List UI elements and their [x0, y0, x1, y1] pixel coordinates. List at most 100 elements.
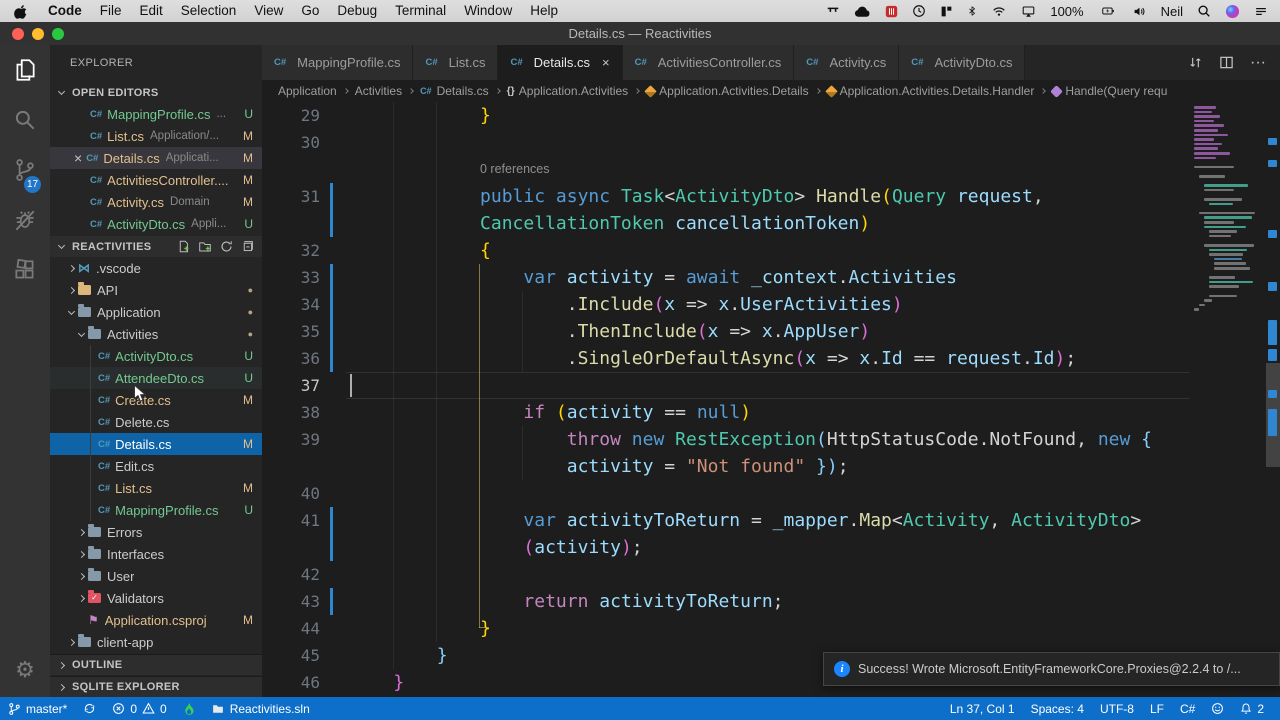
tree-item-mappingprofile-cs[interactable]: C# MappingProfile.cs U — [50, 499, 262, 521]
tree-item-create-cs[interactable]: C# Create.cs M — [50, 389, 262, 411]
settings-gear-icon[interactable]: ⚙ — [0, 645, 50, 695]
tree-item-api[interactable]: API ● — [50, 279, 262, 301]
line-number[interactable]: 34 — [262, 291, 320, 318]
line-number[interactable]: 43 — [262, 588, 320, 615]
line-number[interactable]: 45 — [262, 642, 320, 669]
code-line[interactable]: 38 if (activity == null) — [262, 399, 1280, 426]
code-line[interactable]: 30 — [262, 129, 1280, 156]
close-window-button[interactable] — [12, 28, 24, 40]
code-line[interactable]: 35 .ThenInclude(x => x.AppUser) — [262, 318, 1280, 345]
status-item-right-1[interactable]: Spaces: 4 — [1023, 697, 1092, 720]
menubar-text[interactable]: 100% — [1050, 4, 1083, 19]
code-line[interactable]: CancellationToken cancellationToken) — [262, 210, 1280, 237]
line-number[interactable]: 36 — [262, 345, 320, 372]
code-line[interactable]: (activity); — [262, 534, 1280, 561]
tree-item-interfaces[interactable]: Interfaces — [50, 543, 262, 565]
code-line[interactable]: 37 — [262, 372, 1280, 399]
new-file-icon[interactable] — [177, 240, 190, 253]
menubar-text[interactable]: Neil — [1161, 4, 1183, 19]
airplay-icon[interactable] — [1021, 5, 1036, 18]
menu-go[interactable]: Go — [292, 0, 328, 22]
code-line[interactable]: 0 references — [262, 156, 1280, 183]
line-number[interactable]: 41 — [262, 507, 320, 534]
refresh-icon[interactable] — [220, 240, 233, 253]
bluetooth-icon[interactable] — [967, 4, 977, 18]
apple-menu-icon[interactable] — [0, 4, 39, 19]
tree-item-edit-cs[interactable]: C# Edit.cs — [50, 455, 262, 477]
tree-item-user[interactable]: User — [50, 565, 262, 587]
spotlight-icon[interactable] — [1197, 4, 1211, 18]
line-number[interactable]: 33 — [262, 264, 320, 291]
tree-item-errors[interactable]: Errors — [50, 521, 262, 543]
code-line[interactable]: activity = "Not found" }); — [262, 453, 1280, 480]
collapse-all-icon[interactable] — [241, 240, 254, 253]
status-item-right-6[interactable]: 2 — [1232, 697, 1272, 720]
line-number[interactable]: 39 — [262, 426, 320, 453]
code-line[interactable]: 29 } — [262, 102, 1280, 129]
tree-item-delete-cs[interactable]: C# Delete.cs — [50, 411, 262, 433]
status-item-left-4[interactable]: Reactivities.sln — [203, 697, 318, 720]
open-editor-item[interactable]: C# MappingProfile.cs... U — [50, 103, 262, 125]
status-item-left-2[interactable]: 00 — [104, 697, 174, 720]
menu-terminal[interactable]: Terminal — [386, 0, 455, 22]
menu-window[interactable]: Window — [455, 0, 521, 22]
more-actions-icon[interactable]: ··· — [1250, 54, 1266, 72]
close-tab-icon[interactable]: × — [602, 55, 610, 70]
status-item-right-5[interactable] — [1203, 697, 1232, 720]
code-line[interactable]: 31 public async Task<ActivityDto> Handle… — [262, 183, 1280, 210]
breadcrumb-item[interactable]: Handle(Query requ — [1050, 84, 1167, 98]
menu-debug[interactable]: Debug — [328, 0, 386, 22]
menu-help[interactable]: Help — [521, 0, 567, 22]
project-section-header[interactable]: REACTIVITIES — [50, 236, 262, 257]
line-number[interactable]: 44 — [262, 615, 320, 642]
code-line[interactable]: 33 var activity = await _context.Activit… — [262, 264, 1280, 291]
zoom-window-button[interactable] — [52, 28, 64, 40]
open-editor-item[interactable]: × C# Details.cs Applicati... M — [50, 147, 262, 169]
status-item-right-0[interactable]: Ln 37, Col 1 — [942, 697, 1023, 720]
line-number[interactable]: 29 — [262, 102, 320, 129]
tab-activitydto-cs[interactable]: C# ActivityDto.cs — [899, 45, 1026, 80]
line-number[interactable]: 46 — [262, 669, 320, 696]
vertical-scrollbar[interactable] — [1266, 102, 1280, 697]
tree-item-details-cs[interactable]: C# Details.cs M — [50, 433, 262, 455]
line-number[interactable]: 30 — [262, 129, 320, 156]
menu-view[interactable]: View — [245, 0, 292, 22]
line-number[interactable]: 42 — [262, 561, 320, 588]
explorer-icon[interactable] — [0, 45, 50, 95]
grab-icon[interactable] — [826, 4, 840, 18]
search-icon[interactable] — [0, 95, 50, 145]
line-number[interactable]: 38 — [262, 399, 320, 426]
status-item-left-0[interactable]: master* — [0, 697, 75, 720]
open-editor-item[interactable]: C# Activity.cs Domain M — [50, 191, 262, 213]
tab-mappingprofile-cs[interactable]: C# MappingProfile.cs — [262, 45, 414, 80]
menu-edit[interactable]: Edit — [131, 0, 172, 22]
tree-item-activitydto-cs[interactable]: C# ActivityDto.cs U — [50, 345, 262, 367]
tree-item-client-app[interactable]: client-app — [50, 631, 262, 653]
split-editor-icon[interactable] — [1219, 55, 1234, 70]
open-editor-item[interactable]: C# List.cs Application/... M — [50, 125, 262, 147]
open-editors-header[interactable]: OPEN EDITORS — [50, 82, 262, 103]
tree-item-list-cs[interactable]: C# List.cs M — [50, 477, 262, 499]
minimize-window-button[interactable] — [32, 28, 44, 40]
line-number[interactable]: 31 — [262, 183, 320, 210]
tab-list-cs[interactable]: C# List.cs — [413, 45, 499, 80]
notification-toast[interactable]: i Success! Wrote Microsoft.EntityFramewo… — [823, 652, 1280, 686]
debug-icon[interactable] — [0, 195, 50, 245]
wifi-icon[interactable] — [991, 5, 1007, 18]
line-number[interactable]: 35 — [262, 318, 320, 345]
status-item-right-4[interactable]: C# — [1172, 697, 1203, 720]
magnet-icon[interactable] — [940, 5, 953, 18]
breadcrumb-item[interactable]: C# Details.cs — [420, 84, 489, 98]
cloud-icon[interactable] — [854, 5, 871, 18]
status-item-right-2[interactable]: UTF-8 — [1092, 697, 1142, 720]
code-line[interactable]: 32 { — [262, 237, 1280, 264]
status-item-right-3[interactable]: LF — [1142, 697, 1172, 720]
codelens-references[interactable]: 0 references — [480, 156, 549, 183]
notification-center-icon[interactable] — [1254, 5, 1268, 18]
tab-activitiescontroller-cs[interactable]: C# ActivitiesController.cs — [622, 45, 795, 80]
breadcrumb-item[interactable]: {} Application.Activities — [507, 84, 629, 98]
tab-activity-cs[interactable]: C# Activity.cs — [794, 45, 900, 80]
tab-details-cs[interactable]: C# Details.cs × — [498, 45, 623, 80]
breadcrumb-item[interactable]: Application — [278, 84, 337, 98]
open-editor-item[interactable]: C# ActivityDto.cs Appli... U — [50, 213, 262, 235]
